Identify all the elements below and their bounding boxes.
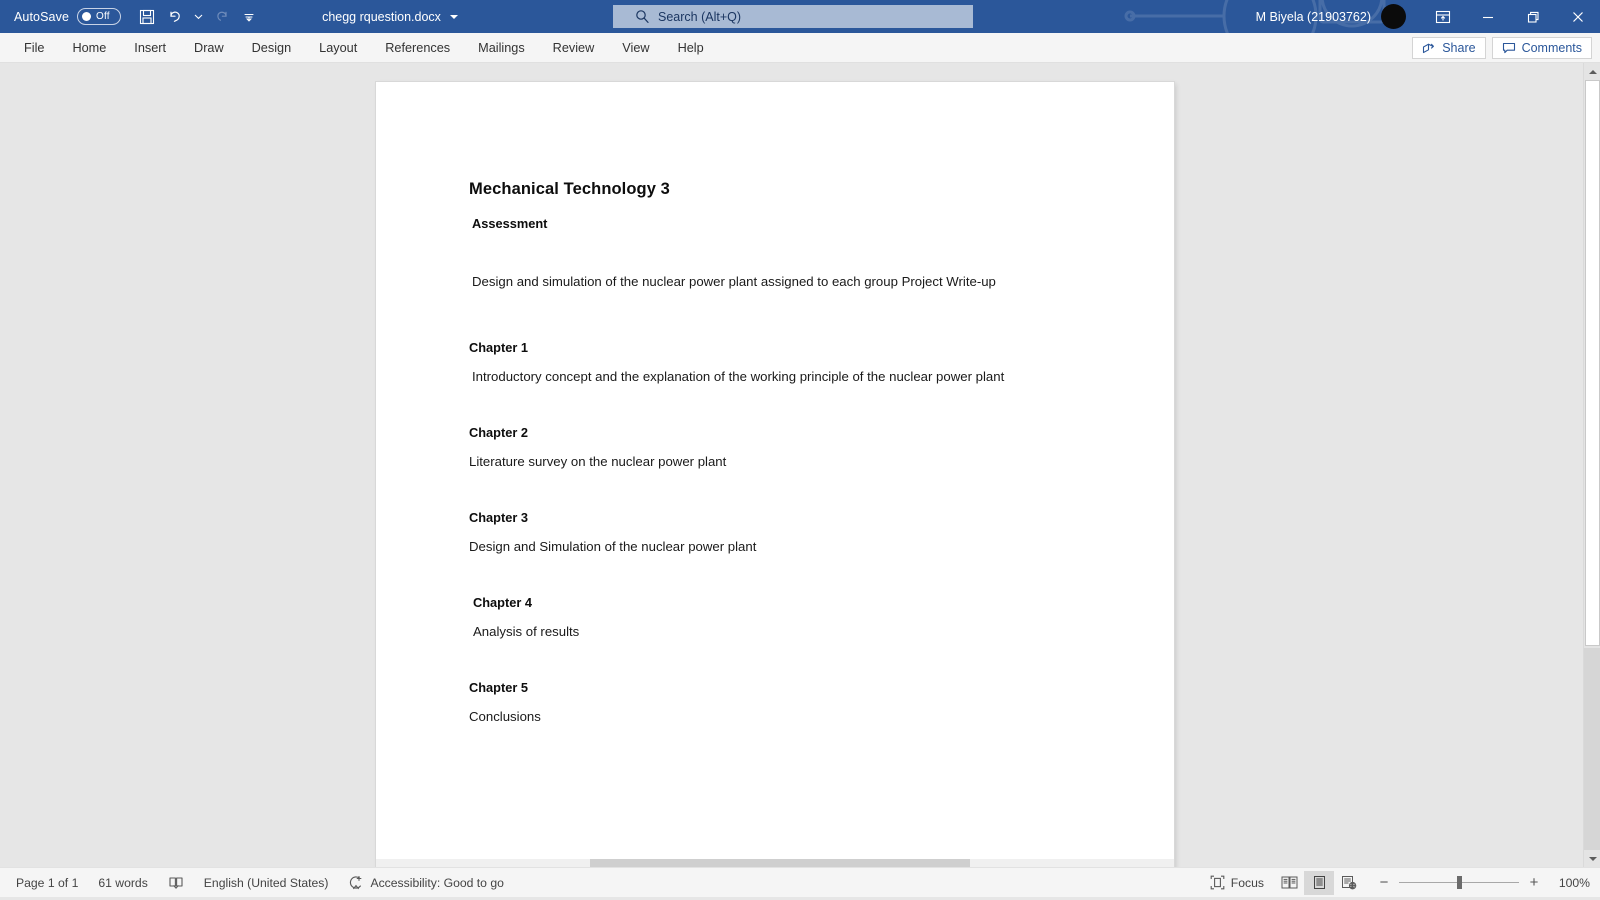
word-count[interactable]: 61 words [88, 873, 157, 893]
tab-draw[interactable]: Draw [180, 37, 238, 59]
document-page[interactable]: Mechanical Technology 3 Assessment Desig… [376, 82, 1174, 867]
search-icon [636, 10, 649, 23]
document-body-chapter-4: Analysis of results [473, 624, 580, 639]
document-intro-paragraph: Design and simulation of the nuclear pow… [472, 274, 996, 289]
titlebar-right-group: M Biyela (21903762) [1256, 0, 1600, 33]
accessibility-icon [350, 875, 362, 889]
horizontal-scrollbar[interactable] [376, 859, 1174, 867]
tab-view[interactable]: View [608, 37, 663, 59]
triangle-up-icon [1588, 69, 1597, 74]
minimize-button[interactable] [1465, 0, 1510, 33]
proofing-errors-icon[interactable] [158, 872, 194, 894]
autosave-state-label: Off [96, 11, 110, 22]
document-heading-chapter-3: Chapter 3 [469, 510, 529, 525]
zoom-slider[interactable] [1399, 876, 1519, 889]
tab-insert[interactable]: Insert [120, 37, 180, 59]
comments-button[interactable]: Comments [1491, 37, 1592, 59]
share-button[interactable]: Share [1412, 37, 1486, 59]
document-content[interactable]: Mechanical Technology 3 Assessment Desig… [469, 180, 1124, 724]
focus-mode-icon [1210, 875, 1225, 890]
share-label: Share [1442, 41, 1476, 55]
tab-help[interactable]: Help [664, 37, 718, 59]
restore-button[interactable] [1510, 0, 1555, 33]
autosave-control[interactable]: AutoSave Off [14, 8, 122, 25]
tab-file[interactable]: File [10, 37, 58, 59]
document-title[interactable]: chegg rquestion.docx [322, 10, 441, 24]
status-bar-left: Page 1 of 1 61 words English (United Sta… [6, 872, 514, 894]
zoom-control[interactable]: − + [1378, 874, 1540, 891]
save-icon[interactable] [134, 4, 160, 30]
document-heading-title: Mechanical Technology 3 [469, 180, 670, 198]
avatar[interactable] [1381, 4, 1406, 29]
account-name[interactable]: M Biyela (21903762) [1256, 10, 1371, 24]
accessibility-status[interactable]: Accessibility: Good to go [338, 872, 513, 894]
tab-layout[interactable]: Layout [305, 37, 371, 59]
undo-dropdown-chevron-down-icon[interactable] [190, 4, 206, 30]
scroll-up-arrow-icon[interactable] [1584, 63, 1600, 80]
ribbon-display-options-icon[interactable] [1420, 0, 1465, 33]
tab-references[interactable]: References [371, 37, 464, 59]
search-input-placeholder[interactable]: Search (Alt+Q) [658, 10, 741, 24]
ribbon-tab-bar: File Home Insert Draw Design Layout Refe… [0, 33, 1600, 63]
close-button[interactable] [1555, 0, 1600, 33]
zoom-out-button[interactable]: − [1378, 874, 1390, 891]
vertical-scrollbar-thumb[interactable] [1585, 80, 1600, 646]
accessibility-label: Accessibility: Good to go [370, 875, 504, 890]
document-body-chapter-5: Conclusions [469, 709, 541, 724]
triangle-down-icon [1588, 856, 1597, 861]
page-info-label: Page 1 of 1 [16, 875, 79, 890]
document-heading-chapter-1: Chapter 1 [469, 340, 529, 355]
document-heading-chapter-5: Chapter 5 [469, 680, 529, 695]
document-workspace: Mechanical Technology 3 Assessment Desig… [0, 63, 1600, 867]
document-body-chapter-2: Literature survey on the nuclear power p… [469, 454, 727, 469]
autosave-toggle-knob [82, 12, 92, 21]
search-box[interactable]: Search (Alt+Q) [613, 5, 973, 28]
document-body-chapter-3: Design and Simulation of the nuclear pow… [469, 539, 757, 554]
document-title-chevron-down-icon[interactable] [449, 14, 458, 19]
tab-mailings[interactable]: Mailings [464, 37, 539, 59]
redo-icon [208, 4, 234, 30]
autosave-label: AutoSave [14, 9, 70, 24]
tab-home[interactable]: Home [58, 37, 120, 59]
tab-design[interactable]: Design [238, 37, 306, 59]
tab-review[interactable]: Review [539, 37, 609, 59]
title-bar: AutoSave Off chegg rquestion.docx Search… [0, 0, 1600, 33]
zoom-slider-thumb[interactable] [1457, 876, 1462, 889]
scroll-down-arrow-icon[interactable] [1584, 850, 1600, 867]
vertical-scrollbar-track-lower[interactable] [1584, 648, 1600, 850]
undo-icon[interactable] [162, 4, 188, 30]
quick-access-toolbar [134, 4, 262, 30]
customize-quick-access-toolbar-icon[interactable] [236, 4, 262, 30]
language-label: English (United States) [203, 875, 329, 890]
document-heading-chapter-4: Chapter 4 [473, 595, 533, 610]
focus-mode-button[interactable]: Focus [1200, 872, 1274, 893]
zoom-in-button[interactable]: + [1528, 874, 1540, 891]
word-count-label: 61 words [98, 875, 148, 890]
horizontal-scrollbar-thumb[interactable] [590, 859, 970, 867]
page-info[interactable]: Page 1 of 1 [6, 873, 88, 893]
print-layout-view-button[interactable] [1304, 870, 1334, 895]
ribbon-right-actions: Share Comments [1412, 33, 1592, 63]
focus-label: Focus [1230, 875, 1264, 890]
read-mode-view-button[interactable] [1274, 871, 1304, 895]
web-layout-view-button[interactable] [1334, 871, 1364, 895]
vertical-scrollbar[interactable] [1583, 63, 1600, 867]
status-bar: Page 1 of 1 61 words English (United Sta… [0, 867, 1600, 897]
document-heading-chapter-2: Chapter 2 [469, 425, 529, 440]
ribbon-tabs: File Home Insert Draw Design Layout Refe… [10, 37, 718, 59]
language-status[interactable]: English (United States) [194, 873, 339, 893]
autosave-toggle[interactable]: Off [77, 8, 122, 25]
document-subtitle: Assessment [472, 216, 548, 231]
zoom-level-label[interactable]: 100% [1550, 876, 1590, 890]
comments-label: Comments [1521, 41, 1582, 55]
document-body-chapter-1: Introductory concept and the explanation… [472, 369, 1005, 384]
status-bar-right: Focus − + 100% [1200, 870, 1596, 895]
